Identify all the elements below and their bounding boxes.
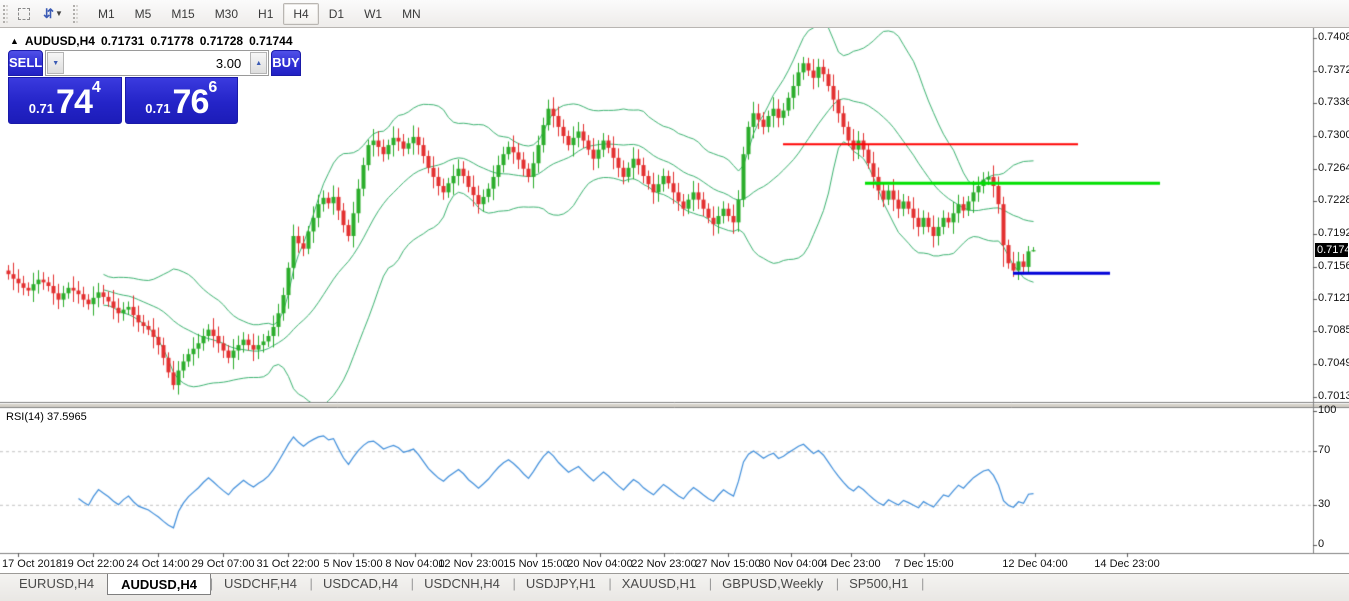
tab-usdjpy-h1[interactable]: USDJPY,H1: [513, 574, 609, 595]
tab-usdchf-h4[interactable]: USDCHF,H4: [211, 574, 310, 595]
time-axis-label: 31 Oct 22:00: [257, 558, 320, 570]
volume-control: ▼ ▲: [45, 50, 269, 76]
timeframe-button-m5[interactable]: M5: [125, 3, 162, 25]
toolbar-grip-handle[interactable]: [3, 5, 8, 23]
price-axis-label: 0.70490: [1318, 357, 1349, 369]
timeframe-button-group: M1M5M15M30H1H4D1W1MN: [88, 3, 431, 25]
time-axis-label: 8 Nov 04:00: [385, 558, 444, 570]
tab-sp500-h1[interactable]: SP500,H1: [836, 574, 921, 595]
rsi-axis-label: 70: [1318, 444, 1330, 456]
time-axis-label: 27 Nov 15:00: [695, 558, 760, 570]
objects-tool-button[interactable]: ⇵ ▼: [37, 4, 69, 24]
volume-increase-button[interactable]: ▲: [250, 52, 267, 74]
price-axis-label: 0.73360: [1318, 96, 1349, 108]
collapse-panel-icon[interactable]: ▲: [10, 36, 19, 46]
timeframe-button-m15[interactable]: M15: [161, 3, 204, 25]
tab-audusd-h4[interactable]: AUDUSD,H4: [107, 574, 211, 595]
timeframe-button-h4[interactable]: H4: [283, 3, 318, 25]
bid-price-prefix: 0.71: [29, 99, 54, 119]
time-axis-label: 29 Oct 07:00: [192, 558, 255, 570]
sell-button[interactable]: SELL: [8, 50, 43, 76]
buy-button[interactable]: BUY: [271, 50, 300, 76]
chart-title: ▲ AUDUSD,H4 0.71731 0.71778 0.71728 0.71…: [10, 34, 293, 48]
ask-price-big: 76: [173, 85, 209, 119]
arrows-icon: ⇵: [43, 6, 54, 22]
time-axis-label: 12 Nov 23:00: [438, 558, 503, 570]
rsi-axis-label: 30: [1318, 498, 1330, 510]
time-axis-label: 30 Nov 04:00: [758, 558, 823, 570]
ohlc-high: 0.71778: [150, 34, 193, 48]
bid-price-big: 74: [56, 85, 92, 119]
price-axis-label: 0.70130: [1318, 390, 1349, 402]
current-price-tag: 0.71744: [1315, 243, 1348, 257]
rsi-indicator-label: RSI(14) 37.5965: [6, 411, 87, 423]
dropdown-caret-icon: ▼: [55, 9, 63, 18]
timeframe-button-h1[interactable]: H1: [248, 3, 283, 25]
ask-price-pip: 6: [208, 80, 217, 96]
timeframe-button-m30[interactable]: M30: [205, 3, 248, 25]
tab-gbpusd-weekly[interactable]: GBPUSD,Weekly: [709, 574, 836, 595]
tab-usdcad-h4[interactable]: USDCAD,H4: [310, 574, 411, 595]
timeframe-button-m1[interactable]: M1: [88, 3, 125, 25]
price-axis-label: 0.71560: [1318, 260, 1349, 272]
time-axis-label: 17 Oct 2018: [2, 558, 62, 570]
bid-price-tile[interactable]: 0.71 74 4: [8, 77, 122, 124]
price-axis-label: 0.71210: [1318, 292, 1349, 304]
chart-window: ▲ AUDUSD,H4 0.71731 0.71778 0.71728 0.71…: [0, 28, 1349, 573]
time-axis-label: 4 Dec 23:00: [821, 558, 880, 570]
price-axis-label: 0.72280: [1318, 194, 1349, 206]
time-axis-label: 7 Dec 15:00: [894, 558, 953, 570]
tab-eurusd-h4[interactable]: EURUSD,H4: [6, 574, 107, 595]
ask-price-prefix: 0.71: [145, 99, 170, 119]
timeframe-button-d1[interactable]: D1: [319, 3, 354, 25]
time-axis-label: 5 Nov 15:00: [323, 558, 382, 570]
time-axis-label: 24 Oct 14:00: [127, 558, 190, 570]
price-axis-label: 0.70850: [1318, 324, 1349, 336]
rsi-axis-label: 0: [1318, 538, 1324, 550]
mt4-window: ⇵ ▼ M1M5M15M30H1H4D1W1MN ▲ AUDUSD,H4 0.7…: [0, 0, 1349, 601]
dashed-rect-icon: [18, 8, 30, 20]
timeframe-toolbar: ⇵ ▼ M1M5M15M30H1H4D1W1MN: [0, 0, 1349, 28]
time-axis-label: 19 Oct 22:00: [62, 558, 125, 570]
chart-tab-bar: EURUSD,H4AUDUSD,H4USDCHF,H4USDCAD,H4USDC…: [0, 573, 1349, 601]
timeframe-button-mn[interactable]: MN: [392, 3, 431, 25]
price-axis-label: 0.71920: [1318, 227, 1349, 239]
price-axis-label: 0.72640: [1318, 162, 1349, 174]
ohlc-open: 0.71731: [101, 34, 144, 48]
price-axis-label: 0.73720: [1318, 64, 1349, 76]
ohlc-close: 0.71744: [249, 34, 292, 48]
time-axis-label: 15 Nov 15:00: [503, 558, 568, 570]
volume-input[interactable]: [65, 51, 249, 75]
tab-xauusd-h1[interactable]: XAUUSD,H1: [609, 574, 709, 595]
tab-usdcnh-h4[interactable]: USDCNH,H4: [411, 574, 513, 595]
time-axis-label: 20 Nov 04:00: [567, 558, 632, 570]
chart-symbol-period: AUDUSD,H4: [25, 34, 95, 48]
time-axis-label: 22 Nov 23:00: [631, 558, 696, 570]
one-click-trading-panel: SELL ▼ ▲ BUY 0.71 74 4 0.71 76 6: [8, 50, 238, 124]
timeframe-button-w1[interactable]: W1: [354, 3, 392, 25]
toolbar-grip-handle-2[interactable]: [73, 5, 78, 23]
price-axis-label: 0.73000: [1318, 129, 1349, 141]
time-axis-label: 12 Dec 04:00: [1002, 558, 1067, 570]
bid-price-pip: 4: [92, 80, 101, 96]
price-axis-label: 0.74080: [1318, 31, 1349, 43]
time-axis-label: 14 Dec 23:00: [1094, 558, 1159, 570]
ask-price-tile[interactable]: 0.71 76 6: [125, 77, 239, 124]
chart-shift-icon[interactable]: [13, 4, 35, 24]
rsi-axis-label: 100: [1318, 404, 1336, 416]
volume-decrease-button[interactable]: ▼: [47, 52, 64, 74]
ohlc-low: 0.71728: [200, 34, 243, 48]
